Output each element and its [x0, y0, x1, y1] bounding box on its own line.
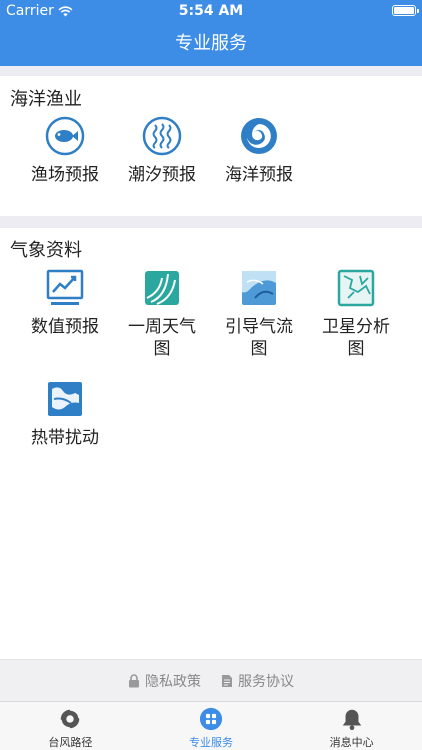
- battery-icon: [392, 5, 419, 16]
- tab-label: 专业服务: [189, 736, 233, 749]
- tile-label: 引导气流 图: [225, 317, 293, 359]
- fish-icon: [45, 116, 85, 156]
- grid-icon: [199, 707, 223, 731]
- weather-map-icon: [145, 271, 179, 305]
- tile-steering-flow-map[interactable]: 引导气流 图: [209, 268, 309, 360]
- service-agreement-label: 服务协议: [238, 673, 294, 690]
- tile-label: 卫星分析 图: [322, 317, 390, 359]
- tab-message-center[interactable]: 消息中心: [281, 702, 422, 750]
- section-divider: [0, 66, 422, 76]
- privacy-policy-link[interactable]: 隐私政策: [128, 671, 201, 691]
- tile-ocean-forecast[interactable]: 海洋预报: [209, 116, 309, 186]
- tile-tropical-disturbance[interactable]: 热带扰动: [15, 379, 115, 449]
- tile-label: 一周天气 图: [128, 317, 196, 359]
- airflow-map-icon: [242, 271, 276, 305]
- ocean-swirl-icon: [241, 118, 277, 154]
- tile-weekly-weather-map[interactable]: 一周天气 图: [112, 268, 212, 360]
- section-divider: [0, 216, 422, 228]
- tile-label: 渔场预报: [31, 165, 99, 185]
- tab-professional-services[interactable]: 专业服务: [141, 702, 282, 750]
- satellite-map-icon: [337, 269, 375, 307]
- status-bar: Carrier 5:54 AM: [0, 0, 422, 22]
- clock: 5:54 AM: [178, 3, 244, 19]
- tile-label: 热带扰动: [31, 428, 99, 448]
- tile-satellite-analysis-map[interactable]: 卫星分析 图: [306, 268, 406, 360]
- lock-icon: [129, 673, 139, 687]
- section-title-weather-data: 气象资料: [10, 240, 82, 261]
- nav-bar: 专业服务: [0, 22, 422, 66]
- footer-links: 隐私政策 服务协议: [0, 659, 422, 701]
- tile-numerical-forecast[interactable]: 数值预报: [15, 268, 115, 338]
- page-title: 专业服务: [175, 33, 247, 54]
- tropical-map-icon: [48, 382, 82, 416]
- chart-monitor-icon: [46, 269, 84, 305]
- typhoon-icon: [60, 708, 81, 730]
- tile-fishing-ground-forecast[interactable]: 渔场预报: [15, 116, 115, 186]
- tile-tide-forecast[interactable]: 潮汐预报: [112, 116, 212, 186]
- tab-bar: 台风路径 专业服务 消息中心: [0, 701, 422, 750]
- tile-label: 潮汐预报: [128, 165, 196, 185]
- bell-icon: [342, 709, 361, 731]
- tab-label: 台风路径: [48, 736, 93, 749]
- tab-typhoon-track[interactable]: 台风路径: [0, 702, 141, 750]
- tile-label: 海洋预报: [225, 165, 293, 185]
- privacy-policy-label: 隐私政策: [145, 673, 201, 690]
- section-title-marine-fishery: 海洋渔业: [10, 89, 82, 110]
- document-icon: [222, 674, 232, 687]
- tile-label: 数值预报: [31, 317, 99, 337]
- tab-label: 消息中心: [329, 736, 374, 749]
- tide-waves-icon: [142, 116, 182, 156]
- service-agreement-link[interactable]: 服务协议: [221, 671, 294, 691]
